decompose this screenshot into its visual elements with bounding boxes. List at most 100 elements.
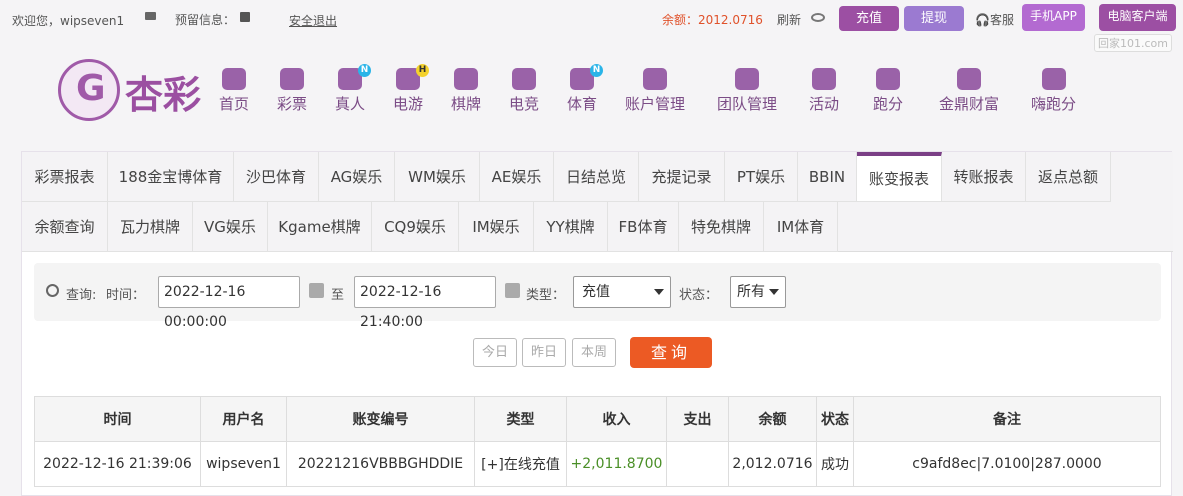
team-icon bbox=[735, 68, 759, 90]
eye-hide-icon[interactable] bbox=[811, 13, 825, 22]
cards-icon bbox=[454, 68, 478, 90]
type-select[interactable]: 充值 bbox=[573, 276, 671, 308]
nav-sports[interactable]: N 体育 bbox=[567, 64, 603, 114]
yesterday-button[interactable]: 昨日 bbox=[522, 338, 566, 367]
type-label: 类型： bbox=[526, 288, 566, 303]
controller-icon bbox=[512, 68, 536, 90]
nav-team[interactable]: 团队管理 bbox=[717, 68, 777, 114]
tab-bbin[interactable]: BBIN bbox=[798, 152, 857, 202]
edit-icon[interactable] bbox=[240, 12, 250, 22]
this-week-button[interactable]: 本周 bbox=[572, 338, 616, 367]
tab-kgame-cards[interactable]: Kgame棋牌 bbox=[268, 202, 372, 252]
chevron-down-icon bbox=[769, 289, 779, 295]
search-icon bbox=[46, 284, 59, 297]
calendar-icon[interactable] bbox=[505, 283, 520, 298]
nav-lottery[interactable]: 彩票 bbox=[277, 68, 307, 114]
nav-promotions[interactable]: 活动 bbox=[809, 68, 839, 114]
logo-text[interactable]: 杏彩 bbox=[125, 64, 201, 119]
tab-wm[interactable]: WM娱乐 bbox=[395, 152, 480, 202]
tab-vg[interactable]: VG娱乐 bbox=[193, 202, 268, 252]
tab-fb-sports[interactable]: FB体育 bbox=[608, 202, 679, 252]
recharge-button[interactable]: 充值 bbox=[839, 6, 899, 31]
cell-income: +2,011.8700 bbox=[566, 441, 667, 487]
mobile-app-button[interactable]: 手机APP bbox=[1022, 4, 1085, 31]
tab-im[interactable]: IM娱乐 bbox=[459, 202, 534, 252]
account-change-table: 时间 用户名 账变编号 类型 收入 支出 余额 状态 备注 2022-12-16… bbox=[34, 396, 1161, 487]
start-time-input[interactable]: 2022-12-16 00:00:00 bbox=[158, 276, 300, 330]
home-icon bbox=[222, 68, 246, 90]
nav-slots[interactable]: H 电游 bbox=[393, 64, 429, 114]
tab-temian-cards[interactable]: 特免棋牌 bbox=[679, 202, 764, 252]
logout-link[interactable]: 安全退出 bbox=[289, 12, 337, 29]
report-panel: 彩票报表 188金宝博体育 沙巴体育 AG娱乐 WM娱乐 AE娱乐 日结总览 充… bbox=[21, 151, 1173, 496]
tab-balance-query[interactable]: 余额查询 bbox=[22, 202, 108, 252]
col-change-id: 账变编号 bbox=[286, 396, 475, 442]
today-button[interactable]: 今日 bbox=[473, 338, 517, 367]
withdraw-button[interactable]: 提现 bbox=[904, 6, 964, 31]
tab-yy-cards[interactable]: YY棋牌 bbox=[534, 202, 608, 252]
gift-icon bbox=[812, 68, 836, 90]
nav-live-casino[interactable]: N 真人 bbox=[335, 64, 371, 114]
status-select[interactable]: 所有 bbox=[730, 276, 786, 308]
col-time: 时间 bbox=[34, 396, 201, 442]
mail-icon[interactable] bbox=[145, 12, 156, 20]
tab-pt[interactable]: PT娱乐 bbox=[725, 152, 798, 202]
nav-account[interactable]: 账户管理 bbox=[625, 68, 685, 114]
search-button[interactable]: 查询 bbox=[630, 337, 712, 368]
top-bar: 欢迎您，wipseven1 预留信息： 安全退出 余额：2012.0716 刷新… bbox=[0, 0, 1183, 40]
col-status: 状态 bbox=[816, 396, 854, 442]
query-label: 查询: bbox=[66, 288, 97, 303]
tab-deposit-withdraw[interactable]: 充提记录 bbox=[639, 152, 725, 202]
cell-time: 2022-12-16 21:39:06 bbox=[34, 441, 201, 487]
tab-transfer-report[interactable]: 转账报表 bbox=[942, 152, 1026, 202]
balance-text: 余额：2012.0716 bbox=[662, 13, 763, 27]
hot-badge: H bbox=[416, 64, 429, 77]
to-label: 至 bbox=[331, 288, 345, 303]
dealer-icon: N bbox=[338, 64, 371, 90]
pc-client-button[interactable]: 电脑客户端 bbox=[1099, 4, 1176, 31]
nav-label: 电竞 bbox=[509, 95, 540, 113]
table-row: 2022-12-16 21:39:06 wipseven1 20221216VB… bbox=[34, 441, 1161, 487]
welcome-text: 欢迎您，wipseven1 bbox=[12, 14, 125, 28]
cell-type: [+]在线充值 bbox=[474, 441, 567, 487]
calendar-icon[interactable] bbox=[309, 283, 324, 298]
nav-esports[interactable]: 电竞 bbox=[509, 68, 539, 114]
customer-service-link[interactable]: 🎧客服 bbox=[975, 11, 1014, 28]
tab-rebate-total[interactable]: 返点总额 bbox=[1026, 152, 1111, 202]
cell-status: 成功 bbox=[816, 441, 854, 487]
tab-lottery-report[interactable]: 彩票报表 bbox=[22, 152, 108, 202]
cell-expense bbox=[666, 441, 729, 487]
tab-account-change[interactable]: 账变报表 bbox=[857, 152, 942, 202]
tab-wali-cards[interactable]: 瓦力棋牌 bbox=[108, 202, 193, 252]
tab-saba-sports[interactable]: 沙巴体育 bbox=[234, 152, 319, 202]
nav-cards[interactable]: 棋牌 bbox=[451, 68, 481, 114]
nav-label: 棋牌 bbox=[451, 95, 482, 113]
cell-balance: 2,012.0716 bbox=[728, 441, 817, 487]
yen-coin-icon bbox=[643, 68, 667, 90]
refresh-link[interactable]: 刷新 bbox=[777, 11, 801, 28]
nav-label: 首页 bbox=[219, 95, 250, 113]
nav-home[interactable]: 首页 bbox=[219, 68, 249, 114]
query-form: 查询: 时间： 2022-12-16 00:00:00 至 2022-12-16… bbox=[34, 263, 1161, 330]
nav-label: 真人 bbox=[335, 95, 366, 113]
col-username: 用户名 bbox=[200, 396, 287, 442]
nav-wealth[interactable]: 金鼎财富 bbox=[939, 68, 999, 114]
nav-paofen[interactable]: 跑分 bbox=[873, 68, 903, 114]
tab-ae[interactable]: AE娱乐 bbox=[480, 152, 554, 202]
tab-188-sports[interactable]: 188金宝博体育 bbox=[108, 152, 234, 202]
tab-cq9[interactable]: CQ9娱乐 bbox=[372, 202, 459, 252]
nav-label: 金鼎财富 bbox=[939, 95, 1000, 113]
col-remark: 备注 bbox=[853, 396, 1161, 442]
end-time-input[interactable]: 2022-12-16 21:40:00 bbox=[354, 276, 496, 330]
nav-label: 账户管理 bbox=[625, 95, 686, 113]
tab-ag[interactable]: AG娱乐 bbox=[319, 152, 395, 202]
cauldron-icon bbox=[957, 68, 981, 90]
logo-icon[interactable] bbox=[58, 59, 120, 121]
cell-change-id: 20221216VBBBGHDDIE bbox=[286, 441, 475, 487]
tab-daily-overview[interactable]: 日结总览 bbox=[554, 152, 639, 202]
nav-hi-paofen[interactable]: 嗨跑分 bbox=[1031, 68, 1076, 114]
chevron-down-icon bbox=[654, 289, 664, 295]
gamepad-icon: H bbox=[396, 64, 429, 90]
type-select-value: 充值 bbox=[582, 284, 610, 300]
tab-im-sports[interactable]: IM体育 bbox=[764, 202, 838, 252]
